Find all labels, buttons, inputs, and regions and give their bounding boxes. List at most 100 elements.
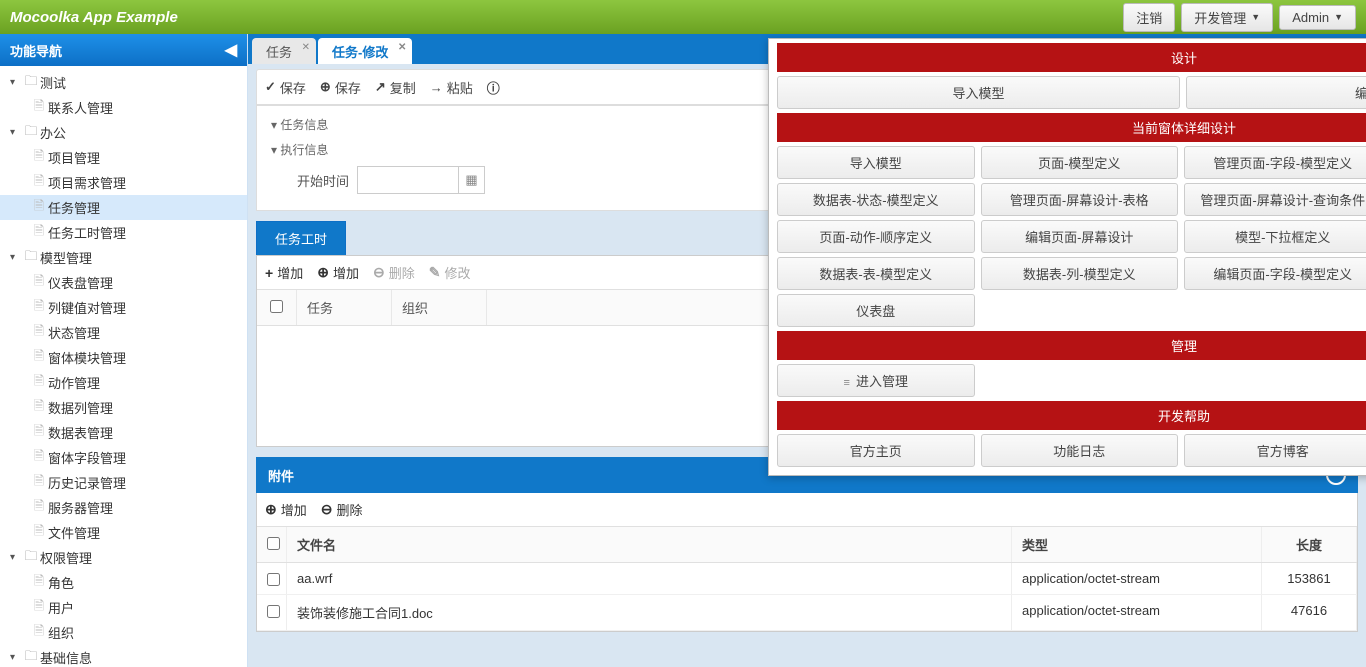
tree-item[interactable]: 🗎窗体字段管理 [0,445,247,470]
file-icon: 🗎 [30,447,48,469]
tree-item[interactable]: 🗎列键值对管理 [0,295,247,320]
sidebar: 功能导航 ◀ ▾🗀测试🗎联系人管理▾🗀办公🗎项目管理🗎项目需求管理🗎任务管理🗎任… [0,34,248,667]
tree-group[interactable]: ▾🗀办公 [0,120,247,145]
tree-group[interactable]: ▾🗀模型管理 [0,245,247,270]
mega-button[interactable]: 数据表-状态-模型定义 [777,183,975,216]
tab[interactable]: 任务✕ [252,38,316,64]
attach-row-checkbox[interactable] [267,605,280,618]
mega-section-title: 开发帮助 [777,401,1366,430]
grid-col-task[interactable]: 任务 [297,290,392,325]
attach-tool[interactable]: ⊕增加 [265,500,307,519]
tree-item[interactable]: 🗎任务工时管理 [0,220,247,245]
tree-item[interactable]: 🗎状态管理 [0,320,247,345]
attachment-panel: 附件 ⌃ ⊕增加⊖删除 文件名 类型 长度 aa.wrfapplication/… [256,457,1358,632]
tree-item[interactable]: 🗎联系人管理 [0,95,247,120]
mega-button[interactable]: ≡进入管理 [777,364,975,397]
attach-row[interactable]: 装饰装修施工合同1.docapplication/octet-stream476… [257,595,1357,631]
tree-item[interactable]: 🗎项目需求管理 [0,170,247,195]
file-icon: 🗎 [30,397,48,419]
mega-button[interactable]: 页面-动作-顺序定义 [777,220,975,253]
tool-icon: ⊖ [373,264,385,281]
tree-item[interactable]: 🗎组织 [0,620,247,645]
attach-row-checkbox[interactable] [267,573,280,586]
mega-button[interactable]: 编辑页面-屏幕设计 [981,220,1179,253]
collapse-sidebar-icon[interactable]: ◀ [225,40,237,60]
tree-item[interactable]: 🗎用户 [0,595,247,620]
attach-col-name[interactable]: 文件名 [287,527,1012,562]
tree-group[interactable]: ▾🗀权限管理 [0,545,247,570]
grid-select-all[interactable] [270,300,283,313]
start-time-input-wrap: ▦ [357,166,485,194]
attach-filename: aa.wrf [287,563,1012,594]
mega-button[interactable]: 数据表-列-模型定义 [981,257,1179,290]
close-icon[interactable]: ✕ [398,42,406,53]
mega-button[interactable]: 导入模型 [777,76,1180,109]
calendar-icon[interactable]: ▦ [458,167,484,193]
tree-item[interactable]: 🗎文件管理 [0,520,247,545]
file-icon: 🗎 [30,472,48,494]
dev-mgmt-button[interactable]: 开发管理▼ [1181,3,1273,32]
mega-button[interactable]: 编辑页面-字段-模型定义 [1184,257,1366,290]
grid-col-org[interactable]: 组织 [392,290,487,325]
tree-item[interactable]: 🗎任务管理 [0,195,247,220]
tree-item[interactable]: 🗎数据表管理 [0,420,247,445]
tool-button[interactable]: ⓘ [487,78,504,97]
attach-select-all[interactable] [267,537,280,550]
attach-tool[interactable]: ⊖删除 [321,500,363,519]
file-icon: 🗎 [30,597,48,619]
dev-mgmt-dropdown: 设计导入模型编辑导航栏当前窗体详细设计导入模型页面-模型定义管理页面-字段-模型… [768,38,1366,476]
tool-button[interactable]: ⊕保存 [320,78,361,97]
attach-col-type[interactable]: 类型 [1012,527,1262,562]
grid-tool[interactable]: ⊕增加 [317,263,359,282]
start-time-input[interactable] [358,167,458,193]
attach-type: application/octet-stream [1012,563,1262,594]
mega-button[interactable]: 管理页面-屏幕设计-表格 [981,183,1179,216]
tree-item[interactable]: 🗎数据列管理 [0,395,247,420]
file-icon: 🗎 [30,322,48,344]
tree-item[interactable]: 🗎角色 [0,570,247,595]
logout-button[interactable]: 注销 [1123,3,1175,32]
grid-tool[interactable]: +增加 [265,263,303,282]
caret-down-icon: ▼ [1251,12,1260,22]
file-icon: 🗎 [30,297,48,319]
attach-len: 47616 [1262,595,1357,630]
tool-button[interactable]: ↗复制 [375,78,416,97]
file-icon: 🗎 [30,522,48,544]
file-icon: 🗎 [30,272,48,294]
tree-group[interactable]: ▾🗀测试 [0,70,247,95]
admin-button[interactable]: Admin▼ [1279,5,1356,30]
tool-button[interactable]: →粘贴 [430,78,473,97]
mega-button[interactable]: 模型-下拉框定义 [1184,220,1366,253]
attach-filename: 装饰装修施工合同1.doc [287,595,1012,630]
tree-group[interactable]: ▾🗀基础信息 [0,645,247,667]
subtab-task-time[interactable]: 任务工时 [256,221,346,255]
mega-button[interactable]: 管理页面-屏幕设计-查询条件 [1184,183,1366,216]
tree-item[interactable]: 🗎项目管理 [0,145,247,170]
tree-item[interactable]: 🗎窗体模块管理 [0,345,247,370]
mega-section-title: 设计 [777,43,1366,72]
tool-button[interactable]: ✓保存 [265,78,306,97]
tree-item[interactable]: 🗎仪表盘管理 [0,270,247,295]
tool-icon: ⊕ [320,79,331,95]
mega-button[interactable]: 管理页面-字段-模型定义 [1184,146,1366,179]
mega-button[interactable]: 导入模型 [777,146,975,179]
menu-icon: ≡ [844,377,850,389]
mega-button[interactable]: 官方博客 [1184,434,1366,467]
tab[interactable]: 任务-修改✕ [318,38,412,64]
attach-col-len[interactable]: 长度 [1262,527,1357,562]
mega-button[interactable]: 页面-模型定义 [981,146,1179,179]
tool-icon: ✓ [265,79,276,95]
tree-item[interactable]: 🗎历史记录管理 [0,470,247,495]
tree-item[interactable]: 🗎动作管理 [0,370,247,395]
folder-icon: 🗀 [22,247,40,269]
attach-row[interactable]: aa.wrfapplication/octet-stream153861 [257,563,1357,595]
mega-button[interactable]: 官方主页 [777,434,975,467]
mega-button[interactable]: 仪表盘 [777,294,975,327]
mega-button[interactable]: 功能日志 [981,434,1179,467]
mega-button[interactable]: 数据表-表-模型定义 [777,257,975,290]
close-icon[interactable]: ✕ [302,42,310,53]
tool-icon: ✎ [429,264,441,281]
tree-item[interactable]: 🗎服务器管理 [0,495,247,520]
expand-icon: ▾ [10,252,22,263]
mega-button[interactable]: 编辑导航栏 [1186,76,1366,109]
